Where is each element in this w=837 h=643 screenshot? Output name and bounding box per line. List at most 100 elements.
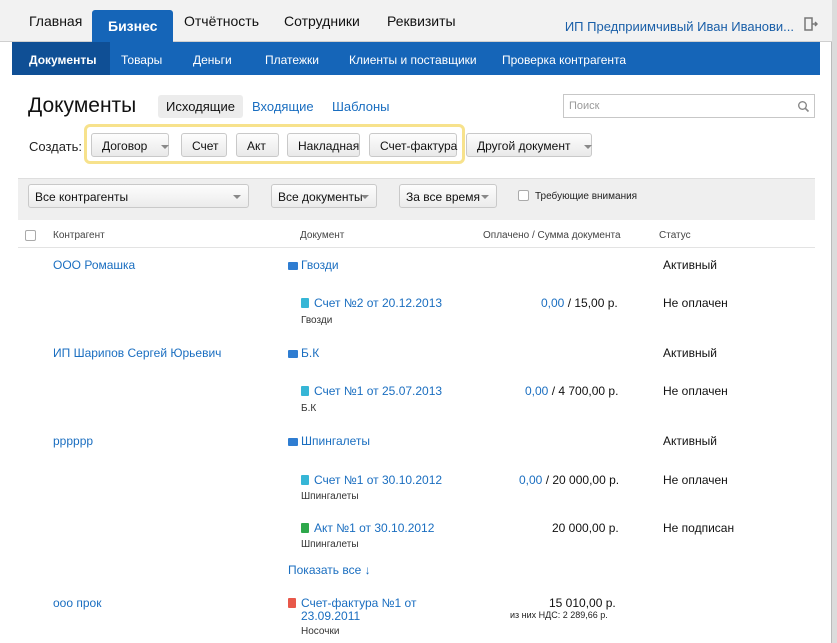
chevron-down-icon xyxy=(161,144,170,149)
paid-amount-link[interactable]: 0,00 xyxy=(525,384,548,398)
subnav-check-contractor[interactable]: Проверка контрагента xyxy=(502,53,626,67)
document-total: 20 000,00 р. xyxy=(552,521,619,535)
subnav-money[interactable]: Деньги xyxy=(193,53,232,67)
sub-navigation: Документы Товары Деньги Платежки Клиенты… xyxy=(12,42,820,75)
status-text: Не подписан xyxy=(663,521,735,535)
chevron-down-icon xyxy=(584,144,593,149)
top-navigation: Главная Бизнес Отчётность Сотрудники Рек… xyxy=(0,0,832,43)
chevron-down-icon xyxy=(233,195,241,199)
document-total: 15 010,00 р. xyxy=(549,596,616,610)
folder-icon xyxy=(288,262,298,270)
status-text: Активный xyxy=(663,434,717,448)
invoice-icon xyxy=(301,386,309,396)
invoice-icon xyxy=(301,475,309,485)
document-total: / 20 000,00 р. xyxy=(542,473,620,487)
tab-main[interactable]: Главная xyxy=(29,13,82,29)
status-text: Не оплачен xyxy=(663,384,728,398)
create-label: Создать: xyxy=(29,139,83,154)
subnav-goods[interactable]: Товары xyxy=(121,53,162,67)
subnav-payments[interactable]: Платежки xyxy=(265,53,319,67)
select-all-checkbox[interactable] xyxy=(25,230,36,241)
folder-icon xyxy=(288,350,298,358)
column-header-amount: Оплачено / Сумма документа xyxy=(483,230,621,241)
period-filter-select[interactable]: За все время xyxy=(399,184,497,208)
document-total: / 4 700,00 р. xyxy=(548,384,619,398)
vat-amount: из них НДС: 2 289,66 р. xyxy=(510,610,608,620)
chevron-down-icon xyxy=(481,195,489,199)
paid-amount-link[interactable]: 0,00 xyxy=(541,296,564,310)
document-subtitle: Гвозди xyxy=(301,315,333,326)
amount-cell: 0,00 / 20 000,00 р. xyxy=(519,473,619,487)
logout-icon[interactable] xyxy=(804,17,818,31)
tab-outgoing[interactable]: Исходящие xyxy=(158,95,243,118)
status-text: Активный xyxy=(663,258,717,272)
contractor-link[interactable]: ИП Шарипов Сергей Юрьевич xyxy=(53,346,221,360)
search-input[interactable]: Поиск xyxy=(563,94,815,118)
document-link-line2[interactable]: 23.09.2011 xyxy=(301,609,360,623)
contractor-link[interactable]: ООО Ромашка xyxy=(53,258,135,272)
search-placeholder: Поиск xyxy=(569,100,600,112)
document-link[interactable]: Акт №1 от 30.10.2012 xyxy=(314,521,434,535)
contractor-link[interactable]: ооо прок xyxy=(53,596,101,610)
search-icon[interactable] xyxy=(797,100,810,113)
document-filter-select[interactable]: Все документы xyxy=(271,184,377,208)
header-divider xyxy=(18,247,815,248)
status-text: Не оплачен xyxy=(663,296,728,310)
tab-incoming[interactable]: Входящие xyxy=(252,99,314,114)
create-waybill-button[interactable]: Накладная xyxy=(287,133,360,157)
create-factura-button[interactable]: Счет-фактура xyxy=(369,133,457,157)
create-invoice-button[interactable]: Счет xyxy=(181,133,227,157)
factura-icon xyxy=(288,598,296,608)
column-header-status: Статус xyxy=(659,230,691,241)
app-window: Главная Бизнес Отчётность Сотрудники Рек… xyxy=(0,0,832,643)
create-other-label: Другой документ xyxy=(477,139,571,153)
page-title: Документы xyxy=(28,94,137,117)
attention-checkbox[interactable] xyxy=(518,190,529,201)
status-text: Не оплачен xyxy=(663,473,728,487)
chevron-down-icon xyxy=(361,195,369,199)
create-factura-label: Счет-фактура xyxy=(380,139,458,153)
create-waybill-label: Накладная xyxy=(298,139,360,153)
tab-business[interactable]: Бизнес xyxy=(92,10,174,43)
create-invoice-label: Счет xyxy=(192,139,219,153)
attention-checkbox-label[interactable]: Требующие внимания xyxy=(535,191,637,202)
column-header-document: Документ xyxy=(300,230,345,241)
document-filter-value: Все документы xyxy=(278,190,363,204)
tab-requisites[interactable]: Реквизиты xyxy=(387,13,456,29)
contractor-filter-select[interactable]: Все контрагенты xyxy=(28,184,249,208)
document-link[interactable]: Гвозди xyxy=(301,258,339,272)
tab-templates[interactable]: Шаблоны xyxy=(332,99,390,114)
document-link[interactable]: Счет №1 от 25.07.2013 xyxy=(314,384,442,398)
amount-cell: 0,00 / 15,00 р. xyxy=(541,296,618,310)
document-link-line1[interactable]: Счет-фактура №1 от xyxy=(301,596,416,610)
status-text: Активный xyxy=(663,346,717,360)
subnav-clients[interactable]: Клиенты и поставщики xyxy=(349,53,477,67)
invoice-icon xyxy=(301,298,309,308)
document-link[interactable]: Счет №1 от 30.10.2012 xyxy=(314,473,442,487)
document-subtitle: Б.К xyxy=(301,403,317,414)
user-name-link[interactable]: ИП Предприимчивый Иван Иванови... xyxy=(565,19,794,34)
create-act-label: Акт xyxy=(247,139,266,153)
document-subtitle: Носочки xyxy=(301,626,340,637)
document-subtitle: Шпингалеты xyxy=(301,539,359,550)
tab-reports[interactable]: Отчётность xyxy=(184,13,259,29)
create-contract-button[interactable]: Договор xyxy=(91,133,170,157)
tab-employees[interactable]: Сотрудники xyxy=(284,13,360,29)
contractor-link[interactable]: рррррр xyxy=(53,434,93,448)
show-all-link[interactable]: Показать все ↓ xyxy=(288,563,371,577)
folder-icon xyxy=(288,438,298,446)
act-icon xyxy=(301,523,309,533)
column-header-contractor: Контрагент xyxy=(53,230,105,241)
paid-amount-link[interactable]: 0,00 xyxy=(519,473,542,487)
period-filter-value: За все время xyxy=(406,190,480,204)
document-link[interactable]: Шпингалеты xyxy=(301,434,370,448)
amount-cell: 0,00 / 4 700,00 р. xyxy=(525,384,618,398)
document-subtitle: Шпингалеты xyxy=(301,491,359,502)
subnav-documents[interactable]: Документы xyxy=(29,53,96,67)
create-act-button[interactable]: Акт xyxy=(236,133,279,157)
document-total: / 15,00 р. xyxy=(564,296,618,310)
create-other-document-button[interactable]: Другой документ xyxy=(466,133,593,157)
document-link[interactable]: Б.К xyxy=(301,346,319,360)
document-link[interactable]: Счет №2 от 20.12.2013 xyxy=(314,296,442,310)
contractor-filter-value: Все контрагенты xyxy=(35,190,129,204)
